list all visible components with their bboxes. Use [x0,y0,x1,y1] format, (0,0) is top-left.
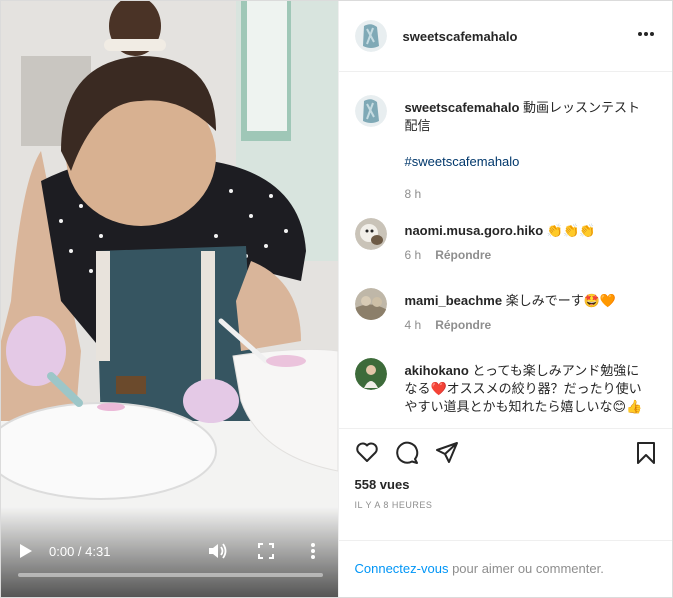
post-header: sweetscafemahalo [338,1,672,72]
comment-time: 4 h [404,318,422,332]
view-count[interactable]: 558 vues [355,477,410,492]
login-suffix: pour aimer ou commenter. [448,561,604,576]
commenter-avatar[interactable] [354,288,387,320]
caption-time: 8 h [404,187,422,201]
comment-time: 6 h [404,248,422,262]
comment-body: akihokano とっても楽しみアンド勉強になる❤️オススメの絞り器？だったり… [405,362,649,416]
comment-text: 👏👏👏 [546,223,596,238]
comment-body: mami_beachme 楽しみでーす🤩🧡 4 h Répondre [405,292,649,334]
comment-text: 楽しみでーす🤩🧡 [505,293,617,308]
author-username[interactable]: sweetscafemahalo [403,29,518,44]
post-side-panel: sweetscafemahalo sweetscafemahalo 動画レッスン… [337,1,673,597]
commenter-avatar[interactable] [354,358,387,390]
author-avatar[interactable] [354,20,387,52]
video-player[interactable]: 0:00 / 4:31 [1,1,338,597]
reply-button[interactable]: Répondre [435,248,491,262]
post-timestamp: IL Y A 8 HEURES [354,500,433,510]
more-vertical-icon[interactable] [309,542,317,560]
instagram-post: 0:00 / 4:31 sweetscafemahalo sweetscafem… [0,0,673,598]
login-prompt-text: Connectez-vous pour aimer ou commenter. [355,561,604,576]
video-control-bar: 0:00 / 4:31 [1,539,338,563]
post-actions: 558 vues IL Y A 8 HEURES Connectez-vous … [338,428,672,597]
bookmark-icon[interactable] [636,441,656,465]
play-icon[interactable] [19,543,33,559]
caption-username[interactable]: sweetscafemahalo [405,100,520,115]
comment-username[interactable]: akihokano [405,363,469,378]
volume-icon[interactable] [208,542,228,560]
comment-body: naomi.musa.goro.hiko 👏👏👏 6 h Répondre [405,222,649,264]
fullscreen-icon[interactable] [258,543,274,559]
comment-icon[interactable] [395,441,419,465]
comment-username[interactable]: naomi.musa.goro.hiko [405,223,544,238]
share-icon[interactable] [435,441,459,465]
login-prompt: Connectez-vous pour aimer ou commenter. [338,540,672,597]
heart-icon[interactable] [355,441,379,463]
comments-list: sweetscafemahalo 動画レッスンテスト配信 #sweetscafe… [339,72,673,428]
commenter-avatar[interactable] [354,218,387,250]
login-link[interactable]: Connectez-vous [355,561,449,576]
caption-avatar[interactable] [354,95,387,127]
video-time: 0:00 / 4:31 [49,543,111,559]
video-progress-bar[interactable] [18,573,323,577]
more-options-icon[interactable] [638,32,654,36]
video-controls: 0:00 / 4:31 [1,507,338,597]
comment-username[interactable]: mami_beachme [405,293,503,308]
reply-button[interactable]: Répondre [435,318,491,332]
caption-hashtag[interactable]: #sweetscafemahalo [405,154,520,169]
caption-body: sweetscafemahalo 動画レッスンテスト配信 #sweetscafe… [405,99,649,203]
